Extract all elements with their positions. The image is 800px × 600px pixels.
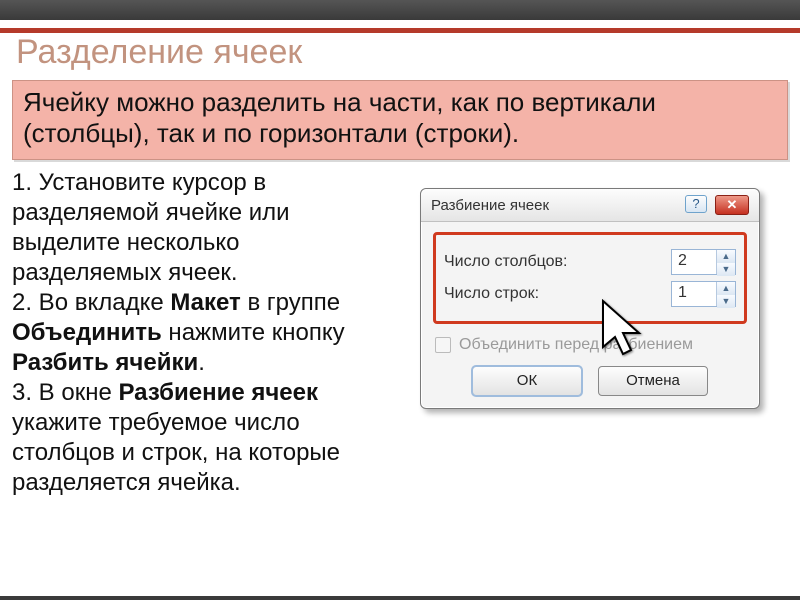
- split-cells-dialog: Разбиение ячеек ? ✕ Число столбцов: 2 ▲ …: [420, 188, 760, 409]
- step3-dialog: Разбиение ячеек: [118, 379, 318, 406]
- rows-down-icon[interactable]: ▼: [717, 295, 735, 308]
- slide-title: Разделение ячеек: [0, 33, 800, 76]
- step1: 1. Установите курсор в разделяемой ячейк…: [12, 169, 290, 286]
- rows-up-icon[interactable]: ▲: [717, 282, 735, 295]
- merge-checkbox[interactable]: [435, 337, 451, 353]
- columns-value[interactable]: 2: [672, 250, 716, 274]
- columns-down-icon[interactable]: ▼: [717, 263, 735, 276]
- columns-label: Число столбцов:: [444, 253, 567, 271]
- bottom-bar: [0, 596, 800, 600]
- rows-spinner[interactable]: 1 ▲ ▼: [671, 281, 736, 307]
- columns-spinner[interactable]: 2 ▲ ▼: [671, 249, 736, 275]
- rows-value[interactable]: 1: [672, 282, 716, 306]
- cancel-button[interactable]: Отмена: [598, 366, 708, 396]
- highlight-box: Число столбцов: 2 ▲ ▼ Число строк: 1: [433, 232, 747, 324]
- ok-button[interactable]: ОК: [472, 366, 582, 396]
- columns-up-icon[interactable]: ▲: [717, 250, 735, 263]
- dialog-title: Разбиение ячеек: [431, 197, 549, 214]
- merge-label: Объединить перед разбиением: [459, 336, 693, 354]
- rows-label: Число строк:: [444, 285, 539, 303]
- steps-text: 1. Установите курсор в разделяемой ячейк…: [12, 168, 372, 498]
- step2-merge: Объединить: [12, 319, 162, 346]
- dialog-title-bar: Разбиение ячеек ? ✕: [421, 189, 759, 222]
- step2-layout: Макет: [170, 289, 240, 316]
- step3-prefix: 3. В окне: [12, 379, 118, 406]
- help-button[interactable]: ?: [685, 195, 707, 213]
- close-button[interactable]: ✕: [715, 195, 749, 215]
- step2-split: Разбить ячейки: [12, 349, 198, 376]
- step2-prefix: 2. Во вкладке: [12, 289, 170, 316]
- title-bar: [0, 0, 800, 20]
- info-box: Ячейку можно разделить на части, как по …: [12, 80, 788, 160]
